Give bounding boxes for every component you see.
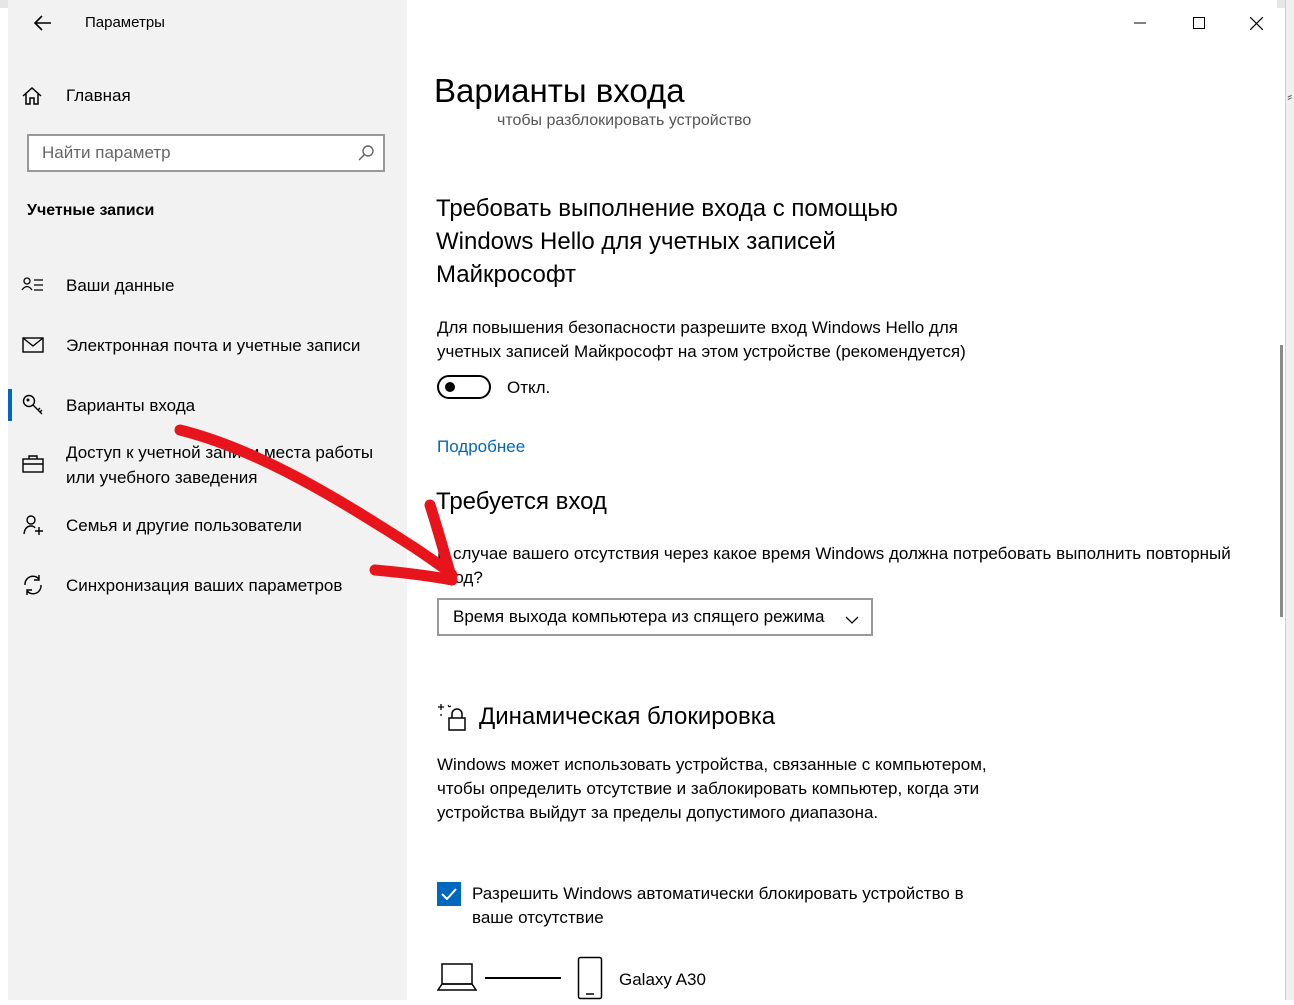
chevron-down-icon bbox=[845, 611, 859, 629]
maximize-icon bbox=[1193, 17, 1205, 29]
close-button[interactable] bbox=[1228, 0, 1284, 46]
connection-line bbox=[485, 977, 561, 979]
require-signin-dropdown[interactable]: Время выхода компьютера из спящего режим… bbox=[437, 598, 873, 636]
require-signin-description: В случае вашего отсутствия через какое в… bbox=[437, 544, 1231, 587]
background-glyph: ⸗ bbox=[1287, 88, 1292, 104]
app-title: Параметры bbox=[85, 14, 165, 31]
dropdown-value: Время выхода компьютера из спящего режим… bbox=[453, 607, 825, 626]
checkmark-icon bbox=[441, 888, 457, 900]
page-title: Варианты входа bbox=[434, 72, 685, 109]
sidebar-item-sync[interactable]: Синхронизация ваших параметров bbox=[18, 573, 403, 598]
device-name: Galaxy A30 bbox=[619, 970, 706, 989]
dynamic-lock-icon bbox=[437, 702, 469, 737]
search-icon[interactable] bbox=[357, 144, 375, 167]
hello-toggle-label: Откл. bbox=[507, 378, 551, 397]
back-button[interactable] bbox=[26, 10, 60, 36]
dynamic-lock-heading: Динамическая блокировка bbox=[479, 703, 776, 730]
sidebar-item-label: Синхронизация ваших параметров bbox=[66, 576, 343, 595]
back-arrow-icon bbox=[34, 15, 51, 31]
sidebar: Параметры Главная Учетные записи Ваши да… bbox=[8, 0, 407, 1000]
sidebar-item-family[interactable]: Семья и другие пользователи bbox=[18, 513, 403, 538]
search-input[interactable] bbox=[29, 142, 344, 164]
dynamic-lock-checkbox-label: Разрешить Windows автоматически блокиров… bbox=[472, 884, 964, 927]
mail-icon bbox=[18, 333, 48, 357]
require-signin-heading: Требуется вход bbox=[436, 488, 607, 515]
close-icon bbox=[1249, 16, 1263, 30]
sync-icon bbox=[18, 573, 48, 597]
search-box[interactable] bbox=[27, 134, 385, 172]
scrollbar-thumb[interactable] bbox=[1280, 345, 1283, 617]
maximize-button[interactable] bbox=[1171, 0, 1227, 46]
sidebar-item-email[interactable]: Электронная почта и учетные записи bbox=[18, 333, 403, 358]
learn-more-link[interactable]: Подробнее bbox=[437, 437, 525, 457]
section-title: Учетные записи bbox=[27, 202, 155, 219]
hello-heading: Требовать выполнение входа с помощью Win… bbox=[436, 195, 898, 288]
minimize-button[interactable] bbox=[1112, 0, 1168, 46]
dynamic-lock-checkbox[interactable] bbox=[437, 882, 461, 906]
paired-device-row: Galaxy A30 bbox=[436, 956, 837, 1000]
sidebar-item-sign-in-options[interactable]: Варианты входа bbox=[8, 389, 403, 421]
sidebar-item-label: Семья и другие пользователи bbox=[66, 516, 302, 535]
hello-description: Для повышения безопасности разрешите вхо… bbox=[437, 318, 966, 361]
phone-icon bbox=[577, 956, 603, 1005]
nav-home-label: Главная bbox=[66, 86, 131, 105]
sidebar-item-work-access[interactable]: Доступ к учетной записи места работы или… bbox=[18, 440, 403, 490]
laptop-icon bbox=[436, 962, 478, 997]
sidebar-item-label: Доступ к учетной записи места работы или… bbox=[66, 443, 374, 487]
sidebar-item-your-info[interactable]: Ваши данные bbox=[18, 273, 403, 298]
sidebar-item-label: Варианты входа bbox=[66, 396, 196, 415]
clipped-text: чтобы разблокировать устройство bbox=[497, 114, 752, 129]
person-add-icon bbox=[18, 513, 48, 537]
sidebar-item-label: Электронная почта и учетные записи bbox=[66, 336, 361, 355]
briefcase-icon bbox=[18, 452, 48, 476]
key-icon bbox=[18, 393, 48, 417]
toggle-knob bbox=[445, 382, 455, 392]
hello-toggle[interactable] bbox=[437, 375, 491, 399]
minimize-icon bbox=[1134, 22, 1146, 24]
main-content: Варианты входа чтобы разблокировать устр… bbox=[407, 0, 1277, 1000]
sidebar-item-label: Ваши данные bbox=[66, 276, 175, 295]
dynamic-lock-description: Windows может использовать устройства, с… bbox=[437, 755, 987, 822]
background-app-edge: ⸗ bbox=[1285, 0, 1294, 1000]
home-icon bbox=[18, 86, 46, 106]
nav-home[interactable]: Главная bbox=[18, 78, 388, 114]
person-card-icon bbox=[18, 273, 48, 297]
